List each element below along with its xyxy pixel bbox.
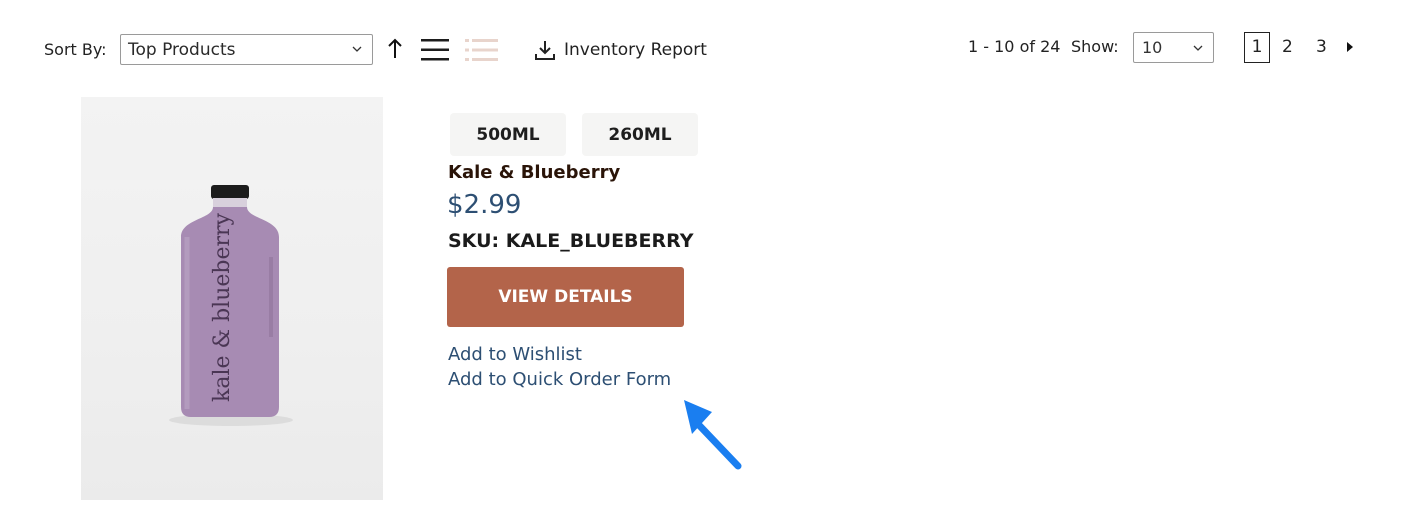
chevron-down-icon: [352, 46, 362, 52]
add-to-wishlist-link[interactable]: Add to Wishlist: [448, 344, 582, 365]
detail-list-view-icon[interactable]: [465, 38, 499, 62]
download-icon: [535, 41, 555, 60]
list-view-icon[interactable]: [421, 38, 449, 62]
caret-right-icon[interactable]: [1346, 42, 1354, 52]
show-label: Show:: [1071, 37, 1119, 56]
product-image[interactable]: kale & blueberry: [81, 97, 383, 500]
sort-select[interactable]: Top Products: [120, 34, 373, 65]
pagination-page-3[interactable]: 3: [1316, 37, 1327, 57]
listing-toolbar: Sort By: Top Products Inventory Report 1…: [0, 0, 1424, 100]
variant-500ml-button[interactable]: 500ML: [450, 113, 566, 156]
bottle-label-text: kale & blueberry: [210, 212, 235, 402]
product-price: $2.99: [447, 190, 522, 220]
pagination-page-2[interactable]: 2: [1282, 37, 1293, 57]
variant-260ml-button[interactable]: 260ML: [582, 113, 698, 156]
product-sku: SKU: KALE_BLUEBERRY: [448, 230, 694, 252]
inventory-report-button[interactable]: Inventory Report: [534, 37, 707, 63]
page-size-select[interactable]: 10: [1133, 32, 1214, 63]
bottle-illustration: kale & blueberry: [169, 185, 293, 426]
chevron-down-icon: [1193, 45, 1203, 51]
view-details-button[interactable]: VIEW DETAILS: [447, 267, 684, 327]
pagination-page-current[interactable]: 1: [1244, 32, 1270, 63]
add-to-quick-order-link[interactable]: Add to Quick Order Form: [448, 369, 671, 390]
arrow-up-icon[interactable]: [386, 38, 404, 60]
result-range-text: 1 - 10 of 24: [968, 37, 1061, 56]
product-name[interactable]: Kale & Blueberry: [448, 162, 620, 183]
sort-by-label: Sort By:: [44, 40, 107, 59]
page-size-value: 10: [1142, 38, 1163, 57]
annotation-arrow-icon: [684, 400, 742, 470]
inventory-report-label: Inventory Report: [564, 40, 707, 60]
sort-select-value: Top Products: [128, 40, 236, 60]
